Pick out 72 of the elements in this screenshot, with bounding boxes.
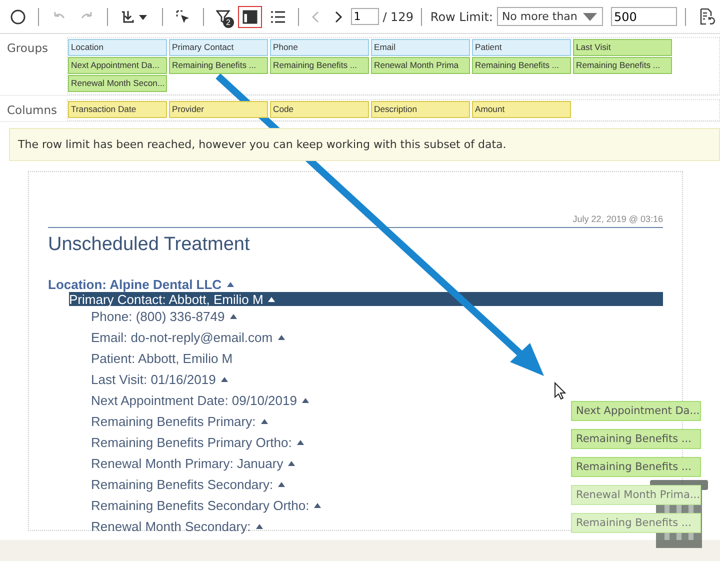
group-label: Primary Contact: Abbott, Emilio M <box>69 292 264 306</box>
collapse-caret-icon[interactable] <box>256 524 263 529</box>
collapse-caret-icon[interactable] <box>302 398 309 403</box>
group-chip[interactable]: Remaining Benefits ... <box>169 57 268 74</box>
collapse-caret-icon[interactable] <box>278 482 286 487</box>
group-label: Renewal Month Primary: January <box>91 456 284 471</box>
group-chip[interactable]: Renewal Month Prima <box>371 57 470 74</box>
group-label: Remaining Benefits Secondary: <box>91 477 274 492</box>
circle-icon <box>10 8 26 24</box>
group-label: Email: do-not-reply@email.com <box>91 330 273 345</box>
table-icon <box>242 8 258 24</box>
group-chip[interactable]: Location <box>68 39 167 56</box>
group-chip[interactable]: Patient <box>472 39 571 56</box>
cursor-selection-icon <box>174 8 191 24</box>
chevron-right-icon <box>332 8 343 24</box>
group-chip[interactable]: Remaining Benefits ... <box>472 57 571 74</box>
row-limit-dropdown[interactable]: No more than <box>496 7 604 26</box>
column-chip[interactable]: Transaction Date <box>68 101 167 118</box>
group-label: Location: Alpine Dental LLC <box>48 276 222 292</box>
group-chip[interactable]: Remaining Benefits ... <box>270 57 369 74</box>
column-chip[interactable]: Description <box>371 101 470 118</box>
page-total: / 129 <box>382 10 414 24</box>
dragged-group-chip: Renewal Month Prima... <box>571 485 701 505</box>
notice-banner: The row limit has been reached, however you can keep working with this subset of data. <box>9 128 720 161</box>
group-label: Phone: (800) 336-8749 <box>91 309 225 324</box>
page-field[interactable]: 1 <box>350 8 379 25</box>
collapse-caret-icon[interactable] <box>260 419 268 424</box>
chevron-left-icon <box>310 8 321 24</box>
collapse-caret-icon[interactable] <box>230 314 237 319</box>
filter-icon <box>216 8 230 24</box>
dragged-group-chip: Next Appointment Da... <box>571 401 701 421</box>
dragged-group-chip: Remaining Benefits ... <box>571 513 701 533</box>
row-limit-label: Row Limit: <box>430 10 493 24</box>
dragged-group-chip: Remaining Benefits ... <box>571 429 701 449</box>
table-button[interactable] <box>238 6 262 28</box>
columns-label: Columns <box>6 102 58 119</box>
document-refresh-icon <box>698 8 716 26</box>
column-chip[interactable]: Provider <box>169 101 268 118</box>
group-label: Patient: Abbott, Emilio M <box>91 351 233 366</box>
group-label: Remaining Benefits Primary: <box>91 414 256 429</box>
report-timestamp: July 22, 2019 @ 03:16 <box>572 214 663 224</box>
collapse-caret-icon[interactable] <box>296 440 304 445</box>
collapse-caret-icon[interactable] <box>220 377 228 382</box>
report-title: Unscheduled Treatment <box>48 234 251 256</box>
group-chip[interactable]: Email <box>371 39 470 56</box>
column-chip[interactable]: Amount <box>472 101 571 118</box>
group-chip[interactable]: Phone <box>270 39 369 56</box>
column-chip[interactable]: Code <box>270 101 369 118</box>
collapse-caret-icon[interactable] <box>226 282 234 286</box>
filter-count-badge: 2 <box>222 16 234 28</box>
group-chip[interactable]: Next Appointment Da... <box>68 57 167 74</box>
groups-label: Groups <box>6 40 50 57</box>
group-label: Remaining Benefits Primary Ortho: <box>91 435 292 450</box>
group-label: Last Visit: 01/16/2019 <box>91 372 216 387</box>
group-chip[interactable]: Last Visit <box>573 39 672 56</box>
group-label: Renewal Month Secondary: <box>91 519 251 534</box>
collapse-caret-icon[interactable] <box>278 335 285 340</box>
mouse-cursor-icon <box>554 382 566 400</box>
caret-icon <box>582 12 598 22</box>
group-label: Remaining Benefits Secondary Ortho: <box>91 498 310 513</box>
dragged-group-chip: Remaining Benefits ... <box>571 457 701 477</box>
collapse-caret-icon[interactable] <box>268 296 276 302</box>
collapse-caret-icon[interactable] <box>288 461 296 466</box>
group-chip[interactable]: Renewal Month Secon... <box>68 75 167 92</box>
filter-button[interactable]: 2 <box>212 6 234 28</box>
group-chip[interactable]: Primary Contact <box>169 39 268 56</box>
collapse-caret-icon[interactable] <box>314 503 322 508</box>
list-icon <box>270 8 286 24</box>
group-chip[interactable]: Remaining Benefits ... <box>573 57 672 74</box>
download-icon <box>120 8 150 24</box>
group-label: Next Appointment Date: 09/10/2019 <box>91 393 297 408</box>
row-limit-field[interactable]: 500 <box>611 7 678 26</box>
